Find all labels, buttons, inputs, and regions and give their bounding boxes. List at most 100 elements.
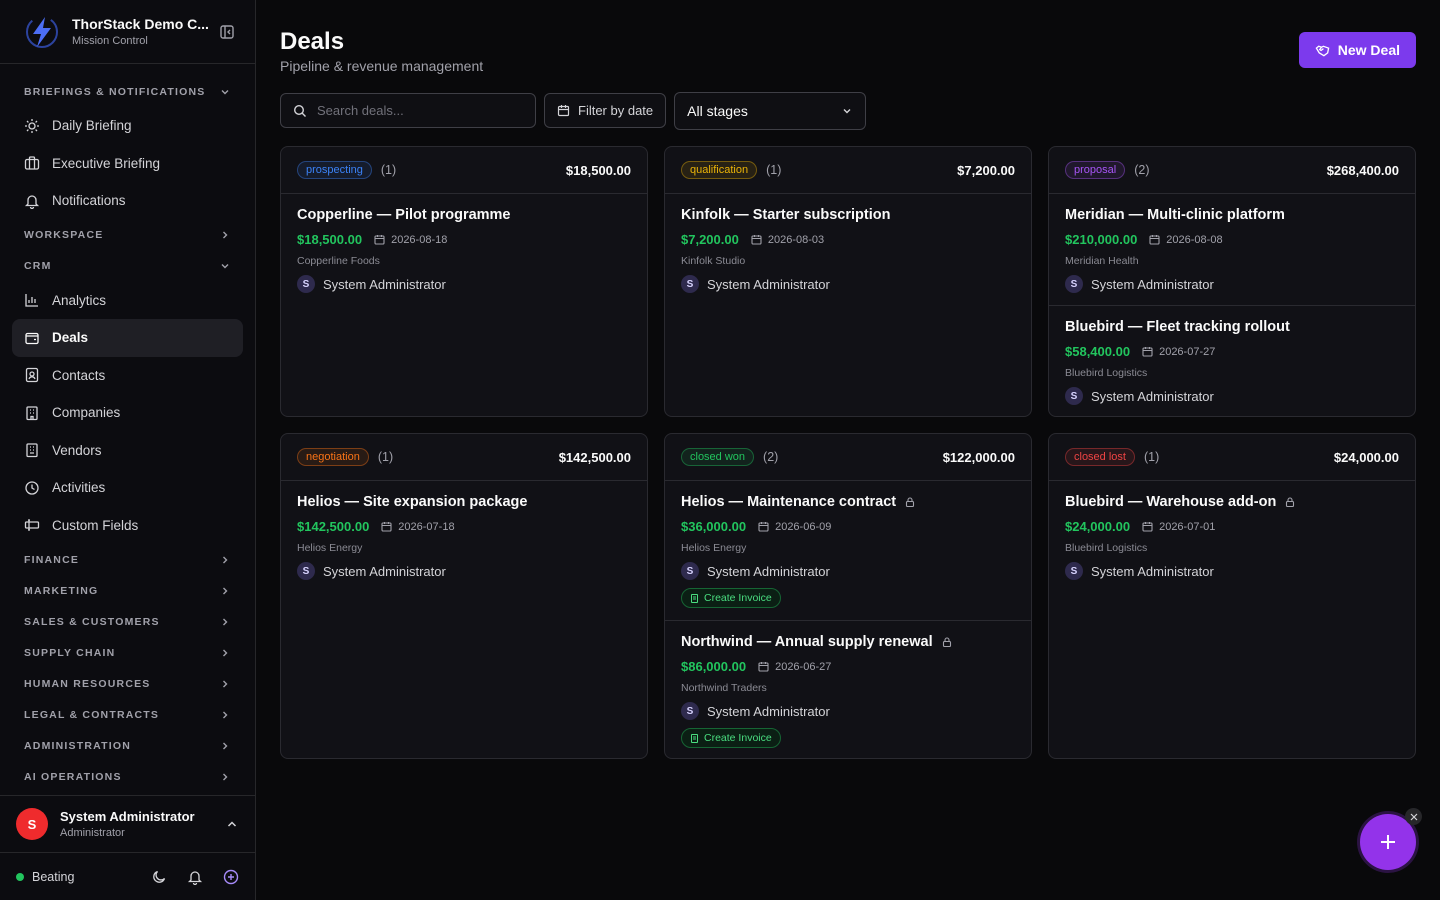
page-header: Deals Pipeline & revenue management New … [280, 0, 1416, 90]
sidebar-item-activities[interactable]: Activities [12, 469, 243, 507]
deal-title: Meridian — Multi-clinic platform [1065, 207, 1285, 223]
deal-card[interactable]: Bluebird — Fleet tracking rollout $58,400… [1049, 306, 1415, 416]
deal-date-text: 2026-06-27 [775, 660, 832, 673]
deal-amount: $142,500.00 [297, 519, 370, 534]
lock-icon [1286, 497, 1295, 508]
create-invoice-button[interactable]: Create Invoice [681, 728, 781, 748]
deal-card[interactable]: Copperline — Pilot programme $18,500.00 20… [281, 194, 647, 305]
stage-column: closed won (2) $122,000.00 Helios — Mainten… [664, 433, 1032, 759]
lock-icon [906, 497, 915, 508]
stage-column-header: prospecting (1) $18,500.00 [281, 147, 647, 194]
section-crm[interactable]: CRM [12, 251, 243, 282]
calendar-icon [751, 235, 762, 245]
sidebar-item-vendors[interactable]: Vendors [12, 432, 243, 470]
section-briefings[interactable]: BRIEFINGS & NOTIFICATIONS [12, 76, 243, 107]
deal-owner: S System Administrator [297, 562, 631, 580]
deal-card[interactable]: Helios — Maintenance contract $36,000.00 2… [665, 481, 1031, 621]
deal-date: 2026-07-27 [1142, 346, 1215, 358]
section-sales-customers[interactable]: SALES & CUSTOMERS [12, 606, 243, 637]
section-human-resources[interactable]: HUMAN RESOURCES [12, 668, 243, 699]
stage-column-header: closed lost (1) $24,000.00 [1049, 434, 1415, 481]
deal-meta: $58,400.00 2026-07-27 [1065, 344, 1399, 359]
sidebar-item-daily-briefing[interactable]: Daily Briefing [12, 107, 243, 145]
stage-badge[interactable]: closed lost [1065, 448, 1135, 466]
avatar: S [297, 562, 315, 580]
add-circle-icon[interactable] [223, 869, 239, 885]
plus-icon [1381, 835, 1395, 849]
clock-icon [25, 481, 39, 495]
sidebar-item-contacts[interactable]: Contacts [12, 357, 243, 395]
status-bar: Beating [0, 852, 255, 900]
stage-column: negotiation (1) $142,500.00 Helios — Site e… [280, 433, 648, 759]
deal-date: 2026-07-01 [1142, 521, 1215, 533]
calendar-icon [758, 662, 769, 672]
deal-meta: $210,000.00 2026-08-08 [1065, 232, 1399, 247]
stage-select[interactable]: All stages [674, 92, 867, 130]
section-supply-chain[interactable]: SUPPLY CHAIN [12, 637, 243, 668]
collapse-sidebar-icon[interactable] [219, 24, 235, 40]
deal-company: Northwind Traders [681, 682, 767, 694]
stage-badge[interactable]: prospecting [297, 161, 372, 179]
stage-column-header: closed won (2) $122,000.00 [665, 434, 1031, 481]
user-menu[interactable]: S System Administrator Administrator [0, 795, 255, 852]
stage-badge[interactable]: proposal [1065, 161, 1126, 179]
filter-by-date-button[interactable]: Filter by date [544, 93, 667, 128]
section-marketing[interactable]: MARKETING [12, 575, 243, 606]
sidebar-item-executive-briefing[interactable]: Executive Briefing [12, 145, 243, 183]
store-icon [26, 443, 38, 458]
section-administration[interactable]: ADMINISTRATION [12, 730, 243, 761]
sidebar-item-analytics[interactable]: Analytics [12, 282, 243, 320]
sun-icon [25, 118, 39, 133]
stage-column: closed lost (1) $24,000.00 Bluebird — Wareh… [1048, 433, 1416, 759]
sidebar-item-custom-fields[interactable]: Custom Fields [12, 507, 243, 545]
moon-icon[interactable] [151, 869, 167, 885]
deal-card[interactable]: Kinfolk — Starter subscription $7,200.00 2… [665, 194, 1031, 305]
deal-owner-name: System Administrator [323, 563, 446, 579]
stage-count: (2) [763, 450, 779, 464]
calendar-icon [1142, 522, 1153, 532]
sidebar-item-deals[interactable]: Deals [12, 319, 243, 357]
sidebar: ThorStack Demo C... Mission Control BRIE… [0, 0, 256, 900]
deal-card[interactable]: Meridian — Multi-clinic platform $210,000… [1049, 194, 1415, 306]
avatar: S [1065, 387, 1083, 405]
deals-board: prospecting (1) $18,500.00 Copperline — Pil… [280, 146, 1416, 759]
calendar-icon [381, 522, 392, 532]
deal-owner: S System Administrator [297, 275, 631, 293]
deal-company: Copperline Foods [297, 255, 380, 267]
filter-bar: Filter by date All stages [280, 92, 867, 130]
avatar: S [16, 808, 48, 840]
section-ai-operations[interactable]: AI OPERATIONS [12, 761, 243, 792]
deal-date: 2026-08-08 [1149, 234, 1223, 246]
deal-card[interactable]: Northwind — Annual supply renewal $86,000… [665, 621, 1031, 758]
calendar-icon [758, 522, 769, 532]
deal-date: 2026-07-18 [381, 521, 455, 533]
sidebar-item-notifications[interactable]: Notifications [12, 182, 243, 220]
stage-badge[interactable]: closed won [681, 448, 755, 466]
stage-badge[interactable]: qualification [681, 161, 758, 179]
search-input[interactable] [317, 103, 507, 118]
new-deal-button[interactable]: New Deal [1298, 32, 1416, 68]
section-workspace[interactable]: WORKSPACE [12, 220, 243, 251]
calendar-icon [557, 105, 570, 117]
deal-card[interactable]: Helios — Site expansion package $142,500.… [281, 481, 647, 592]
chevron-right-icon [223, 231, 228, 239]
sidebar-item-companies[interactable]: Companies [12, 394, 243, 432]
deal-owner-name: System Administrator [707, 563, 830, 579]
deal-title: Copperline — Pilot programme [297, 207, 511, 223]
chevron-right-icon [223, 556, 228, 563]
handshake-icon [1315, 45, 1330, 56]
deal-owner: S System Administrator [1065, 387, 1399, 405]
create-invoice-button[interactable]: Create Invoice [681, 588, 781, 608]
stage-column-header: negotiation (1) $142,500.00 [281, 434, 647, 481]
bell-icon[interactable] [187, 869, 203, 885]
calendar-icon [374, 235, 385, 245]
deal-card[interactable]: Bluebird — Warehouse add-on $24,000.00 202… [1049, 481, 1415, 592]
close-fab-button[interactable] [1405, 808, 1422, 825]
chevron-right-icon [223, 618, 228, 625]
main-content: Deals Pipeline & revenue management New … [280, 0, 1416, 759]
deal-title: Helios — Maintenance contract [681, 494, 897, 510]
stage-badge[interactable]: negotiation [297, 448, 369, 466]
section-legal-contracts[interactable]: LEGAL & CONTRACTS [12, 699, 243, 730]
section-finance[interactable]: FINANCE [12, 544, 243, 575]
deal-owner: S System Administrator [1065, 275, 1399, 293]
